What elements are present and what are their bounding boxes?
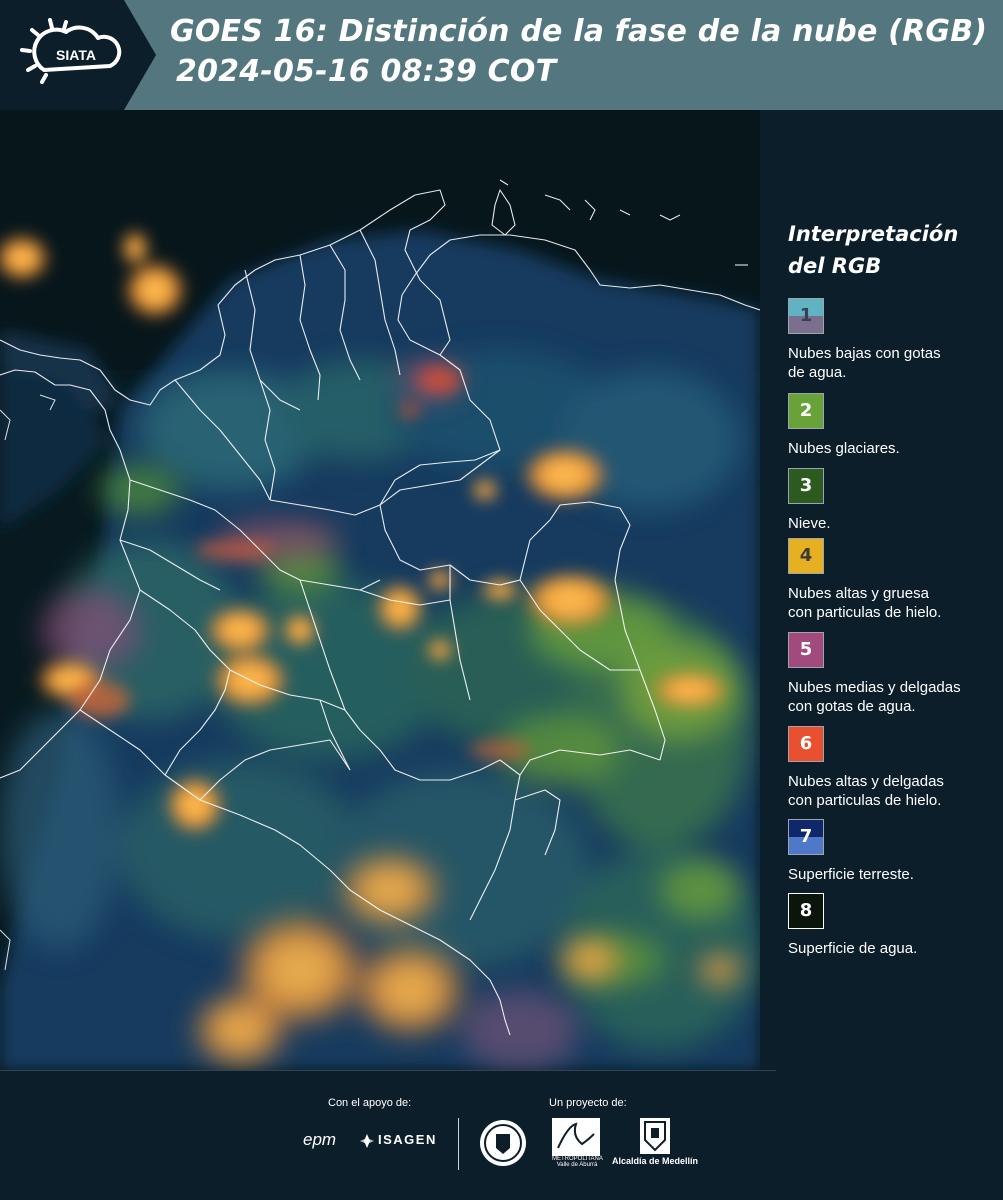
legend-swatch-num: 2 [799,400,813,421]
legend-swatch-8: 8 [788,893,824,929]
isagen-icon [360,1134,374,1148]
legend-item-2: 2 Nubes glaciares. [788,393,998,458]
area-metropolitana-label: METROPOLITANA Valle de Aburrá [552,1156,603,1168]
legend-label-6: Nubes altas y delgadas con particulas de… [788,772,998,810]
legend-swatch-num: 4 [799,545,813,566]
legend-swatch-1: 1 [788,298,824,334]
legend-title-line2: del RGB [788,254,882,278]
legend-title-line1: Interpretación [788,222,959,246]
legend-swatch-2: 2 [788,393,824,429]
area-metropolitana-logo[interactable] [552,1118,600,1156]
epm-logo[interactable]: epm [303,1130,336,1150]
legend-label-line: Superficie de agua. [788,940,918,957]
project-label: Un proyecto de: [549,1097,627,1109]
legend-label-line: con particulas de hielo. [788,792,942,809]
legend-item-6: 6 Nubes altas y delgadas con particulas … [788,726,998,810]
isagen-logo[interactable]: ISAGEN [378,1132,437,1147]
legend-label-line: Nubes medias y delgadas [788,679,961,696]
footer-separator [458,1118,459,1170]
legend-item-7: 7 Superficie terreste. [788,819,998,884]
siata-logo-text: SIATA [56,47,96,63]
legend-label-8: Superficie de agua. [788,939,998,958]
legend-label-line: con gotas de agua. [788,698,916,715]
legend-panel: Interpretación del RGB 1 Nubes bajas con… [760,110,1003,1070]
support-label: Con el apoyo de: [328,1097,412,1109]
footer: Con el apoyo de: Un proyecto de: epm ISA… [0,1070,1003,1200]
legend-item-8: 8 Superficie de agua. [788,893,998,958]
legend-label-7: Superficie terreste. [788,865,998,884]
legend-item-1: 1 Nubes bajas con gotas de agua. [788,298,998,382]
legend-swatch-num: 8 [799,900,813,921]
legend-item-4: 4 Nubes altas y gruesa con particulas de… [788,538,998,622]
legend-swatch-num: 7 [799,826,813,847]
legend-swatch-6: 6 [788,726,824,762]
legend-label-line: Nubes altas y gruesa [788,585,929,602]
legend-label-5: Nubes medias y delgadas con gotas de agu… [788,678,998,716]
legend-label-line: Nubes altas y delgadas [788,773,944,790]
legend-swatch-num: 1 [799,305,813,326]
legend-swatch-num: 5 [799,639,813,660]
legend-swatch-7: 7 [788,819,824,855]
legend-label-2: Nubes glaciares. [788,439,998,458]
siata-logo[interactable]: SIATA [0,0,160,110]
legend-label-line: Nieve. [788,515,831,532]
alcaldia-shield-icon[interactable] [640,1118,670,1154]
legend-label-line: de agua. [788,364,847,381]
legend-label-1: Nubes bajas con gotas de agua. [788,344,998,382]
legend-swatch-num: 3 [799,475,813,496]
legend-title: Interpretación del RGB [788,218,988,282]
footer-divider [0,1070,776,1071]
page-timestamp: 2024-05-16 08:39 COT [176,54,557,89]
legend-label-line: Nubes glaciares. [788,440,900,457]
legend-label-line: Superficie terreste. [788,866,914,883]
legend-swatch-3: 3 [788,468,824,504]
header-bar: SIATA GOES 16: Distinción de la fase de … [0,0,1003,110]
legend-label-line: Nubes bajas con gotas [788,345,941,362]
legend-item-3: 3 Nieve. [788,468,998,533]
legend-label-3: Nieve. [788,514,998,533]
legend-label-4: Nubes altas y gruesa con particulas de h… [788,584,998,622]
legend-swatch-4: 4 [788,538,824,574]
satellite-map-image [0,110,760,1070]
satellite-map[interactable] [0,110,760,1070]
emblem-seal-icon[interactable] [478,1118,528,1168]
legend-label-line: con particulas de hielo. [788,604,942,621]
legend-swatch-5: 5 [788,632,824,668]
legend-item-5: 5 Nubes medias y delgadas con gotas de a… [788,632,998,716]
legend-swatch-num: 6 [799,733,813,754]
page-title: GOES 16: Distinción de la fase de la nub… [170,14,988,49]
alcaldia-label: Alcaldía de Medellín [612,1156,699,1166]
